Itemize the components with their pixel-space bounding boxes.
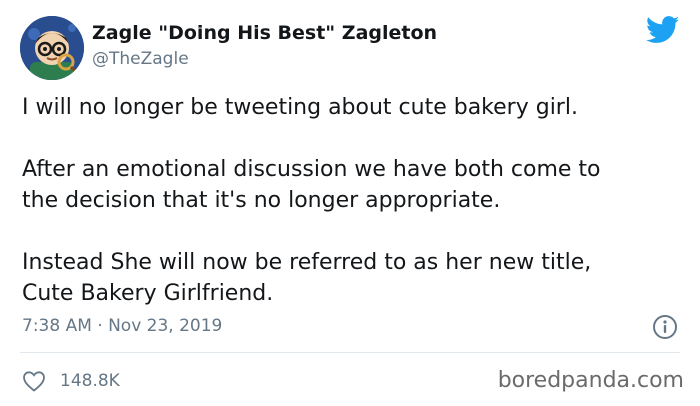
- tweet-paragraph-3-line-2: Cute Bakery Girlfriend.: [22, 281, 274, 306]
- tweet-paragraph-3-line-1: Instead She will now be referred to as h…: [22, 250, 592, 275]
- tweet-paragraph-2-line-2: the decision that it's no longer appropr…: [22, 188, 501, 213]
- author-display-name[interactable]: Zagle "Doing His Best" Zagleton: [92, 22, 437, 44]
- heart-icon: [23, 371, 45, 392]
- cartoon-character-avatar-icon: [20, 16, 84, 80]
- info-icon[interactable]: [652, 314, 678, 340]
- twitter-bird-icon[interactable]: [646, 16, 680, 44]
- like-count: 148.8K: [60, 371, 120, 391]
- tweet-paragraph-2-line-1: After an emotional discussion we have bo…: [22, 157, 601, 182]
- author-handle[interactable]: @TheZagle: [92, 49, 189, 69]
- divider: [20, 352, 680, 353]
- tweet-card: Zagle "Doing His Best" Zagleton @TheZagl…: [0, 0, 700, 406]
- watermark: boredpanda.com: [497, 368, 684, 393]
- tweet-timestamp[interactable]: 7:38 AM · Nov 23, 2019: [22, 316, 222, 336]
- author-avatar[interactable]: [20, 16, 84, 80]
- tweet-paragraph-1: I will no longer be tweeting about cute …: [22, 95, 578, 120]
- like-button[interactable]: 148.8K: [22, 368, 120, 394]
- tweet-text: I will no longer be tweeting about cute …: [22, 92, 682, 309]
